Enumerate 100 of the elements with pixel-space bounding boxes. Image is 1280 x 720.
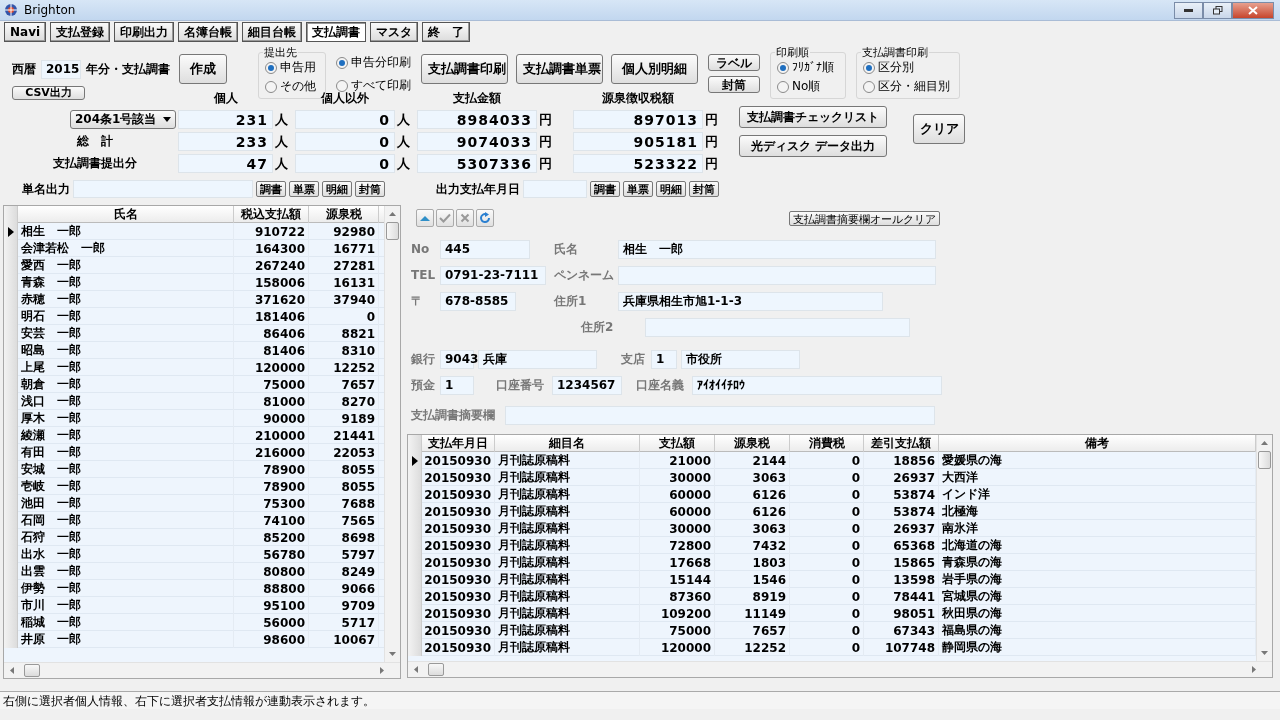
- table-cell: 7688: [309, 495, 379, 512]
- total-field[interactable]: 0: [295, 154, 395, 173]
- column-header[interactable]: 消費税: [790, 435, 864, 452]
- menu-tab[interactable]: 名簿台帳: [178, 22, 239, 42]
- radio-label: 区分・細目別: [878, 78, 950, 95]
- total-field[interactable]: 897013: [573, 110, 703, 129]
- table-cell: 210000: [234, 427, 309, 444]
- column-header: 個人: [212, 90, 239, 107]
- column-header[interactable]: 細目名: [495, 435, 640, 452]
- table-cell: 12252: [309, 359, 379, 376]
- output-button[interactable]: 単票: [289, 181, 319, 197]
- table-cell: 86406: [234, 325, 309, 342]
- radio-label: ﾌﾘｶﾞﾅ順: [792, 59, 834, 76]
- output-button[interactable]: 明細: [322, 181, 352, 197]
- table-cell: 75300: [234, 495, 309, 512]
- column-header[interactable]: 支払額: [640, 435, 715, 452]
- bank-name-field[interactable]: 兵庫: [478, 349, 597, 369]
- table-cell: 月刊誌原稿料: [495, 486, 640, 503]
- print-button[interactable]: 封筒: [708, 76, 760, 93]
- output-button[interactable]: 支払調書チェックリスト: [739, 106, 887, 128]
- unit-label: 円: [704, 110, 719, 129]
- table-cell: 88800: [234, 580, 309, 597]
- branch-name-field[interactable]: 市役所: [681, 349, 800, 369]
- address-field[interactable]: 兵庫県相生市旭1-1-3: [618, 291, 883, 311]
- print-button[interactable]: 支払調書印刷: [421, 54, 508, 84]
- output-button[interactable]: 封筒: [689, 181, 719, 197]
- total-field[interactable]: 9074033: [417, 132, 537, 151]
- column-header[interactable]: 支払年月日: [422, 435, 495, 452]
- menu-tab[interactable]: 支払登録: [50, 22, 111, 42]
- table-cell: 浅口 一郎: [18, 393, 234, 410]
- account-number-field[interactable]: 1234567: [552, 375, 622, 395]
- print-button[interactable]: 支払調書単票: [516, 54, 603, 84]
- column-header[interactable]: 税込支払額: [234, 206, 309, 223]
- table-cell: 371620: [234, 291, 309, 308]
- menu-tab[interactable]: 支払調書: [306, 22, 367, 42]
- table-cell: 30000: [640, 520, 715, 537]
- year-field[interactable]: 2015: [41, 59, 81, 79]
- name-field[interactable]: 相生 一郎: [618, 239, 936, 259]
- output-button[interactable]: 調書: [590, 181, 620, 197]
- unit-label: 人: [396, 154, 411, 173]
- field-label: 支店: [621, 350, 646, 368]
- total-field[interactable]: 8984033: [417, 110, 537, 129]
- table-cell: 164300: [234, 240, 309, 257]
- output-button[interactable]: 明細: [656, 181, 686, 197]
- total-field[interactable]: 0: [295, 110, 395, 129]
- number-field[interactable]: 445: [440, 239, 530, 259]
- output-button[interactable]: 単票: [623, 181, 653, 197]
- menu-tab[interactable]: 終 了: [422, 22, 471, 42]
- column-header[interactable]: 源泉税: [715, 435, 790, 452]
- memo-clear-button[interactable]: 支払調書摘要欄オールクリア: [789, 210, 940, 226]
- radio-label: 申告分印刷: [351, 54, 411, 71]
- total-field[interactable]: 231: [178, 110, 273, 129]
- menu-tab[interactable]: 印刷出力: [114, 22, 175, 42]
- create-button[interactable]: 作成: [179, 54, 227, 84]
- menu-tab[interactable]: 細目台帳: [242, 22, 303, 42]
- table-cell: 6126: [715, 486, 790, 503]
- table-cell: 9066: [309, 580, 379, 597]
- account-name-field[interactable]: ｱｲｵｲｲﾁﾛｳ: [692, 375, 942, 395]
- total-field[interactable]: 5307336: [417, 154, 537, 173]
- column-header[interactable]: 源泉税: [309, 206, 379, 223]
- table-cell: 8919: [715, 588, 790, 605]
- category-dropdown[interactable]: 204条1号該当: [70, 110, 176, 129]
- menu-tab[interactable]: Navi: [4, 22, 47, 42]
- table-cell: 20150930: [422, 605, 495, 622]
- csv-button[interactable]: CSV出力: [12, 86, 85, 100]
- total-field[interactable]: 233: [178, 132, 273, 151]
- output-button[interactable]: 封筒: [355, 181, 385, 197]
- table-cell: 20150930: [422, 503, 495, 520]
- print-button[interactable]: 個人別明細: [611, 54, 698, 84]
- window-title: Brighton: [24, 3, 77, 17]
- menu-tab[interactable]: マスタ: [370, 22, 419, 42]
- phone-field[interactable]: 0791-23-7111: [440, 265, 546, 285]
- unit-label: 人: [274, 154, 289, 173]
- field-label: ペンネーム: [554, 266, 614, 284]
- row-label: 支払調書提出分: [52, 155, 138, 172]
- total-field[interactable]: 0: [295, 132, 395, 151]
- output-button[interactable]: 光ディスク データ出力: [739, 135, 887, 157]
- radio-label: その他: [280, 78, 316, 95]
- total-field[interactable]: 523322: [573, 154, 703, 173]
- column-header[interactable]: 差引支払額: [864, 435, 939, 452]
- total-field[interactable]: 905181: [573, 132, 703, 151]
- output-button[interactable]: 調書: [256, 181, 286, 197]
- clear-button[interactable]: クリア: [913, 114, 965, 144]
- total-field[interactable]: 47: [178, 154, 273, 173]
- table-cell: 15865: [864, 554, 939, 571]
- table-cell: 1803: [715, 554, 790, 571]
- print-button[interactable]: ラベル: [708, 54, 760, 71]
- table-cell: 18856: [864, 452, 939, 469]
- deposit-type-field[interactable]: 1: [440, 375, 474, 395]
- table-cell: 60000: [640, 503, 715, 520]
- column-header[interactable]: 氏名: [18, 206, 234, 223]
- table-cell: 16771: [309, 240, 379, 257]
- table-cell: 20150930: [422, 452, 495, 469]
- table-cell: 9189: [309, 410, 379, 427]
- table-cell: 8270: [309, 393, 379, 410]
- table-cell: 出雲 一郎: [18, 563, 234, 580]
- branch-code-field[interactable]: 1: [651, 349, 677, 369]
- table-cell: 月刊誌原稿料: [495, 622, 640, 639]
- postal-code-field[interactable]: 678-8585: [440, 291, 516, 311]
- table-cell: 81406: [234, 342, 309, 359]
